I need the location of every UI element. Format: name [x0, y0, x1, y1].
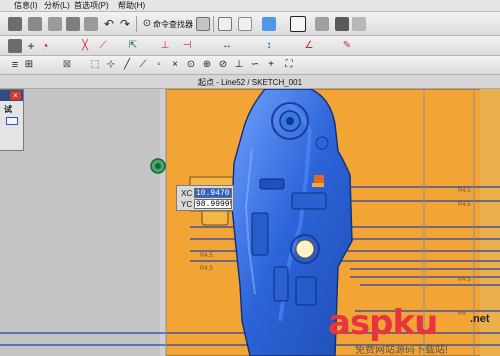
view-triad-icon[interactable] — [238, 17, 252, 31]
menu-icon[interactable]: ≡ — [8, 58, 22, 72]
side-panel: × 试 — [0, 89, 24, 151]
scissors-icon[interactable] — [48, 17, 62, 31]
sketch-toolbar: + ◔ ╳ ⟋ ⇱ ⊥ ⊣ ↔ ↕ ∠ ✎ — [0, 36, 500, 56]
side-panel-label: 试 — [4, 105, 12, 114]
edit-icon[interactable]: ✎ — [340, 39, 354, 53]
tangent-icon[interactable]: ⊘ — [216, 58, 230, 72]
mold-left-border — [160, 89, 166, 356]
toolbar-separator — [136, 16, 137, 32]
binoculars-icon[interactable]: ⊙ — [140, 17, 154, 31]
filter-icon[interactable] — [196, 17, 210, 31]
grid-icon[interactable]: ⊠ — [60, 58, 74, 72]
dimension-label: R4 — [458, 311, 466, 317]
midpoint-icon[interactable]: ⟋ — [136, 58, 150, 72]
dimension-label: R4.5 — [200, 253, 213, 259]
dimension-label: R4.5 — [458, 202, 471, 208]
perpendicular-icon[interactable]: ⊥ — [232, 58, 246, 72]
surface-icon[interactable]: ⛶ — [282, 58, 296, 72]
undo-icon[interactable]: ↶ — [102, 17, 116, 31]
toolbar-separator — [213, 16, 214, 32]
document-title-bar: 起点 - Line52 / SKETCH_001 — [0, 75, 500, 89]
menu-preferences[interactable]: 首选项(P) — [74, 1, 109, 11]
xc-label: XC — [181, 189, 193, 198]
angle-icon[interactable]: ∠ — [302, 39, 316, 53]
left-background — [0, 89, 160, 356]
line-snap-icon[interactable]: ╱ — [120, 58, 134, 72]
document-title: 起点 - Line52 / SKETCH_001 — [197, 78, 303, 87]
copy-icon[interactable] — [66, 17, 80, 31]
snap-icon[interactable]: ⊞ — [22, 58, 36, 72]
select-filter-icon[interactable] — [218, 17, 232, 31]
dimension-label: R4.5 — [458, 277, 471, 283]
xc-input[interactable] — [194, 188, 232, 198]
sketch-icon[interactable] — [8, 39, 22, 53]
vertical-dimension-icon[interactable]: ↕ — [262, 39, 276, 53]
yc-label: YC — [181, 200, 193, 209]
selection-toolbar: ≡ ⊞ ⊠ ⬚ ⊹ ╱ ⟋ ◦ × ⊙ ⊕ ⊘ ⊥ ∽ + ⛶ — [0, 56, 500, 75]
hidden-edges-icon[interactable] — [352, 17, 366, 31]
arc-icon[interactable]: ◔ — [38, 39, 52, 53]
sketch-origin-marker[interactable] — [150, 158, 166, 174]
center-icon[interactable]: ⊙ — [184, 58, 198, 72]
close-icon[interactable]: × — [10, 91, 21, 100]
watermark-subtitle: 免费网站源码下载站! — [355, 345, 448, 356]
orange-feature — [314, 175, 324, 183]
dimension-label: R4.5 — [200, 266, 213, 272]
edges-icon[interactable] — [335, 17, 349, 31]
menu-help[interactable]: 帮助(H) — [118, 1, 145, 11]
render-style-icon[interactable] — [290, 16, 306, 32]
dimension-icon[interactable]: ↔ — [220, 39, 234, 53]
command-finder-label[interactable]: 命令查找器 — [153, 19, 193, 30]
on-curve-icon[interactable]: ∽ — [248, 58, 262, 72]
shaded-icon[interactable] — [315, 17, 329, 31]
menu-analysis[interactable]: 分析(L) — [44, 1, 70, 11]
trim-icon[interactable]: ╳ — [78, 39, 92, 53]
quadrant-icon[interactable]: ⊕ — [200, 58, 214, 72]
offset-icon[interactable]: ⇱ — [126, 39, 140, 53]
cad-application-window: 信息(I) 分析(L) 首选项(P) 帮助(H) ↶ ↷ ⊙ 命令查找器 + ◔… — [0, 0, 500, 356]
intersection-icon[interactable]: × — [168, 58, 182, 72]
yc-input[interactable] — [194, 199, 232, 209]
orange-feature — [312, 183, 324, 187]
redo-icon[interactable]: ↷ — [118, 17, 132, 31]
cube-icon[interactable] — [262, 17, 276, 31]
standard-toolbar: ↶ ↷ ⊙ 命令查找器 — [0, 12, 500, 36]
constraint-icon[interactable]: ⊣ — [180, 39, 194, 53]
coordinate-input-box: XC YC — [176, 185, 234, 211]
new-icon[interactable] — [8, 17, 22, 31]
panel-option-icon[interactable] — [6, 117, 18, 125]
extend-icon[interactable]: ⟋ — [96, 39, 110, 53]
existing-point-icon[interactable]: + — [264, 58, 278, 72]
mirror-icon[interactable]: ⊥ — [158, 39, 172, 53]
paste-icon[interactable] — [84, 17, 98, 31]
open-icon[interactable] — [28, 17, 42, 31]
point-icon[interactable]: ⊹ — [104, 58, 118, 72]
select-box-icon[interactable]: ⬚ — [88, 58, 102, 72]
menu-bar: 信息(I) 分析(L) 首选项(P) 帮助(H) — [0, 0, 500, 12]
watermark-suffix: .net — [470, 313, 490, 325]
dimension-label: R4.5 — [458, 188, 471, 194]
endpoint-icon[interactable]: ◦ — [152, 58, 166, 72]
menu-info[interactable]: 信息(I) — [14, 1, 38, 11]
watermark-brand: aspku — [328, 303, 438, 343]
add-icon[interactable]: + — [24, 39, 38, 53]
side-panel-header: × — [0, 90, 23, 101]
